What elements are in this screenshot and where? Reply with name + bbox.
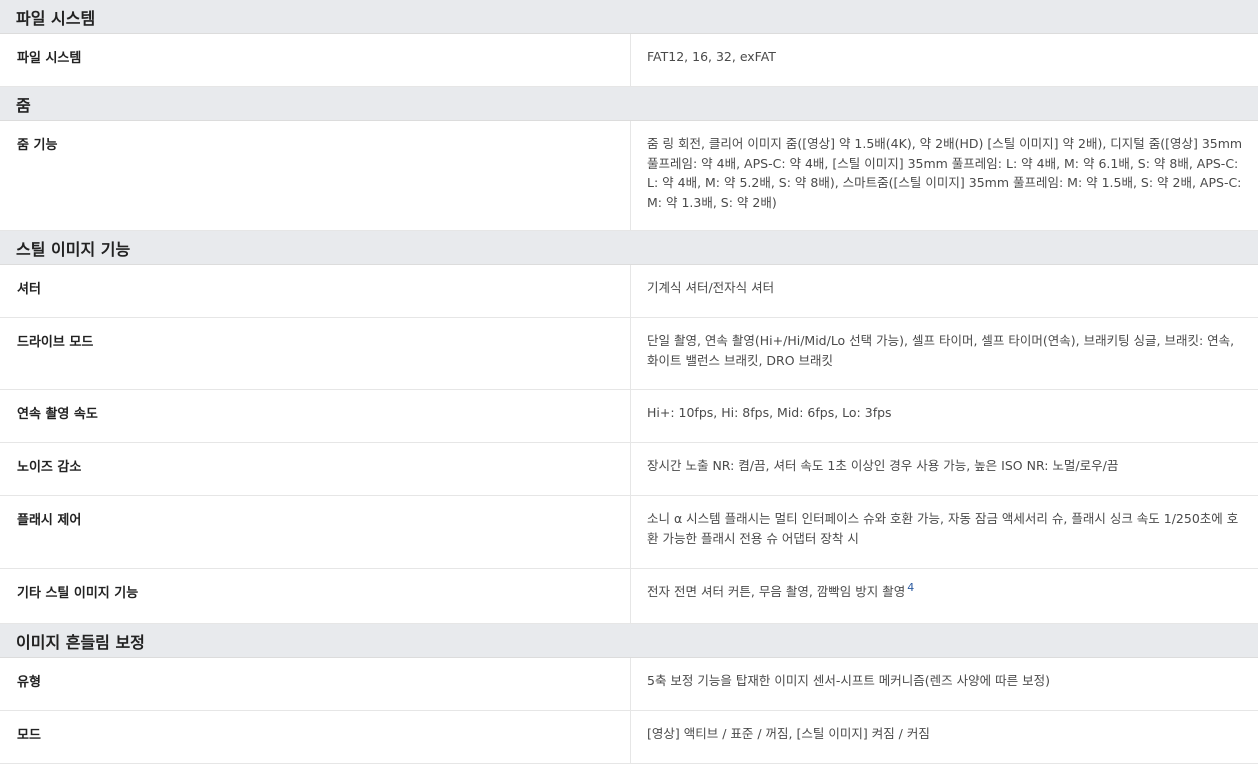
section-title: 스틸 이미지 기능	[0, 230, 1258, 265]
spec-value: 5축 보정 기능을 탑재한 이미지 센서-시프트 메커니즘(렌즈 사양에 따른 …	[630, 657, 1258, 711]
section-title: 파일 시스템	[0, 0, 1258, 34]
spec-label: 모드	[0, 710, 631, 764]
section-header-image-stabilization: 이미지 흔들림 보정	[0, 623, 1258, 658]
spec-label: 유형	[0, 657, 631, 711]
spec-row-zoom-function: 줌 기능 줌 링 회전, 클리어 이미지 줌([영상] 약 1.5배(4K), …	[0, 120, 1258, 231]
spec-row-other-still-features: 기타 스틸 이미지 기능 전자 전면 셔터 커튼, 무음 촬영, 깜빡임 방지 …	[0, 568, 1258, 624]
section-title: 이미지 흔들림 보정	[0, 623, 1258, 658]
spec-row-noise-reduction: 노이즈 감소 장시간 노출 NR: 켬/끔, 셔터 속도 1초 이상인 경우 사…	[0, 442, 1258, 496]
spec-row-type: 유형 5축 보정 기능을 탑재한 이미지 센서-시프트 메커니즘(렌즈 사양에 …	[0, 657, 1258, 711]
spec-row-file-system: 파일 시스템 FAT12, 16, 32, exFAT	[0, 33, 1258, 87]
spec-row-mode: 모드 [영상] 액티브 / 표준 / 꺼짐, [스틸 이미지] 켜짐 / 커짐	[0, 710, 1258, 764]
spec-value: 줌 링 회전, 클리어 이미지 줌([영상] 약 1.5배(4K), 약 2배(…	[630, 120, 1258, 231]
spec-value: [영상] 액티브 / 표준 / 꺼짐, [스틸 이미지] 켜짐 / 커짐	[630, 710, 1258, 764]
spec-value: 장시간 노출 NR: 켬/끔, 셔터 속도 1초 이상인 경우 사용 가능, 높…	[630, 442, 1258, 496]
spec-value-text: 전자 전면 셔터 커튼, 무음 촬영, 깜빡임 방지 촬영	[647, 584, 906, 599]
spec-label: 노이즈 감소	[0, 442, 631, 496]
section-title: 줌	[0, 86, 1258, 121]
spec-label: 파일 시스템	[0, 33, 631, 87]
spec-label: 플래시 제어	[0, 495, 631, 569]
spec-row-drive-mode: 드라이브 모드 단일 촬영, 연속 촬영(Hi+/Hi/Mid/Lo 선택 가능…	[0, 317, 1258, 390]
section-header-file-system: 파일 시스템	[0, 0, 1258, 34]
spec-label: 셔터	[0, 264, 631, 318]
section-header-still-image: 스틸 이미지 기능	[0, 230, 1258, 265]
section-header-zoom: 줌	[0, 86, 1258, 121]
spec-label: 줌 기능	[0, 120, 631, 231]
footnote-link[interactable]: 4	[907, 581, 914, 594]
spec-value: FAT12, 16, 32, exFAT	[630, 33, 1258, 87]
spec-value: 단일 촬영, 연속 촬영(Hi+/Hi/Mid/Lo 선택 가능), 셀프 타이…	[630, 317, 1258, 390]
spec-value: 소니 α 시스템 플래시는 멀티 인터페이스 슈와 호환 가능, 자동 잠금 액…	[630, 495, 1258, 569]
spec-label: 드라이브 모드	[0, 317, 631, 390]
spec-label: 연속 촬영 속도	[0, 389, 631, 443]
spec-label: 기타 스틸 이미지 기능	[0, 568, 631, 624]
spec-row-shutter: 셔터 기계식 셔터/전자식 셔터	[0, 264, 1258, 318]
spec-value: Hi+: 10fps, Hi: 8fps, Mid: 6fps, Lo: 3fp…	[630, 389, 1258, 443]
spec-row-burst-speed: 연속 촬영 속도 Hi+: 10fps, Hi: 8fps, Mid: 6fps…	[0, 389, 1258, 443]
spec-row-flash-control: 플래시 제어 소니 α 시스템 플래시는 멀티 인터페이스 슈와 호환 가능, …	[0, 495, 1258, 569]
spec-value: 기계식 셔터/전자식 셔터	[630, 264, 1258, 318]
spec-value: 전자 전면 셔터 커튼, 무음 촬영, 깜빡임 방지 촬영 4	[630, 568, 1258, 624]
spec-table: 파일 시스템 파일 시스템 FAT12, 16, 32, exFAT 줌 줌 기…	[0, 0, 1258, 764]
